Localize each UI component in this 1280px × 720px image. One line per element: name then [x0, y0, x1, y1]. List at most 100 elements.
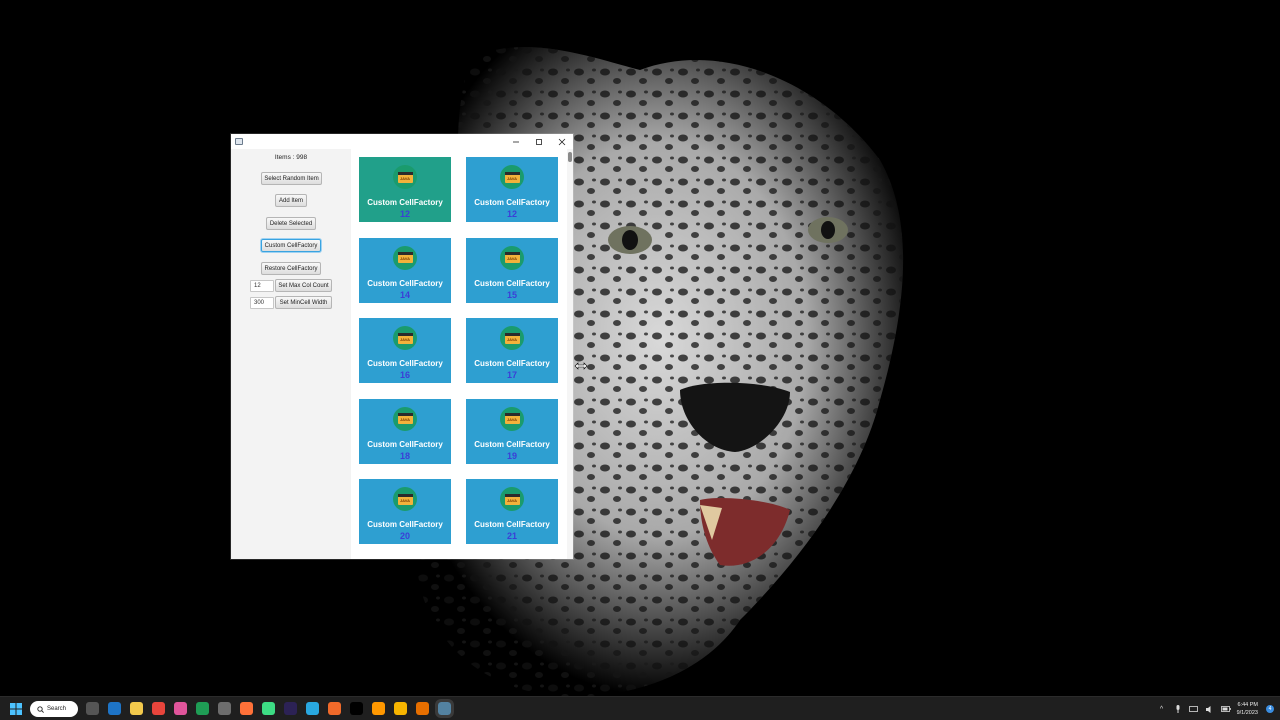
java-icon: JAVA — [500, 245, 524, 270]
card-number: 16 — [399, 370, 410, 380]
android-icon[interactable] — [262, 702, 275, 715]
grid-cell-card[interactable]: JAVA Custom CellFactory 21 — [466, 479, 558, 544]
chrome-icon[interactable] — [152, 702, 165, 715]
card-title: Custom CellFactory — [474, 278, 550, 288]
card-title: Custom CellFactory — [474, 520, 550, 529]
card-title: Custom CellFactory — [474, 439, 550, 449]
file-explorer-icon[interactable] — [130, 702, 143, 715]
java-icon: JAVA — [500, 487, 524, 511]
grid-cell-card[interactable]: JAVA Custom CellFactory 20 — [359, 479, 451, 544]
notification-badge[interactable]: 4 — [1266, 705, 1274, 713]
grid-cell-card[interactable]: JAVA Custom CellFactory 15 — [466, 237, 558, 303]
java-icon: JAVA — [500, 326, 524, 350]
clock-time: 6:44 PM — [1237, 702, 1258, 708]
sketch-icon[interactable] — [394, 702, 407, 715]
java-icon-label: JAVA — [399, 336, 411, 342]
java-icon-label: JAVA — [399, 256, 411, 261]
java-icon-label: JAVA — [506, 336, 518, 342]
firefox-icon[interactable] — [240, 702, 253, 715]
card-number: 14 — [399, 289, 410, 300]
resize-cursor-icon — [574, 362, 588, 370]
maximize-button[interactable] — [527, 134, 550, 149]
app-icon-2[interactable] — [328, 702, 341, 715]
window-content: Items : 998 Select Random Item Add Item … — [231, 149, 573, 559]
scrollbar-thumb[interactable] — [568, 152, 572, 162]
taskbar: Search ^ 6:44 PM 9/1/2023 4 — [0, 696, 1280, 720]
set-max-col-count-button[interactable]: Set Max Col Count — [275, 279, 332, 292]
windows-start-icon[interactable] — [10, 703, 22, 715]
chevron-up-icon[interactable]: ^ — [1157, 704, 1167, 714]
java-icon: JAVA — [500, 165, 524, 189]
java-icon-label: JAVA — [399, 417, 411, 422]
card-title: Custom CellFactory — [474, 359, 550, 368]
sublime-icon[interactable] — [372, 702, 385, 715]
close-button[interactable] — [550, 134, 573, 149]
card-number: 20 — [399, 531, 410, 541]
java-icon-label: JAVA — [506, 175, 518, 181]
outlook-icon[interactable] — [108, 702, 121, 715]
min-cell-width-input[interactable]: 300 — [250, 297, 274, 309]
grid-cell-card[interactable]: JAVA Custom CellFactory 17 — [466, 318, 558, 383]
search-label: Search — [47, 706, 67, 712]
grid-cell-card[interactable]: JAVA Custom CellFactory 18 — [359, 398, 451, 464]
custom-cellfactory-button[interactable]: Custom CellFactory — [261, 239, 321, 252]
restore-cellfactory-button[interactable]: Restore CellFactory — [261, 262, 321, 275]
title-bar — [231, 134, 573, 149]
card-number: 21 — [506, 531, 517, 541]
java-icon: JAVA — [393, 406, 417, 431]
cloud-app-icon[interactable] — [306, 702, 319, 715]
battery-icon[interactable] — [1220, 704, 1231, 714]
java-icon: JAVA — [393, 487, 417, 511]
card-title: Custom CellFactory — [367, 520, 443, 529]
taskbar-search-box[interactable]: Search — [30, 701, 78, 717]
app-window: Items : 998 Select Random Item Add Item … — [231, 134, 573, 559]
java-icon: JAVA — [393, 245, 417, 270]
java-app-icon — [235, 138, 243, 145]
clock-date: 9/1/2023 — [1236, 710, 1258, 716]
java-icon: JAVA — [393, 326, 417, 350]
eclipse-icon[interactable] — [284, 702, 297, 715]
card-title: Custom CellFactory — [367, 359, 443, 368]
jetbrains-icon[interactable] — [350, 702, 363, 715]
network-icon[interactable] — [1189, 704, 1199, 714]
grid-cell-card[interactable]: JAVA Custom CellFactory 14 — [359, 237, 451, 303]
excel-icon[interactable] — [196, 702, 209, 715]
card-title: Custom CellFactory — [367, 439, 443, 449]
card-number: 12 — [399, 209, 410, 219]
add-item-button[interactable]: Add Item — [275, 194, 307, 207]
java-app-icon[interactable] — [435, 699, 454, 718]
cell-grid-view[interactable]: JAVA Custom CellFactory 21 JAVA Custom CellF… — [351, 149, 573, 559]
grid-cell-card[interactable]: JAVA Custom CellFactory 12 — [466, 157, 558, 222]
set-min-cell-width-button[interactable]: Set MinCell Width — [275, 296, 332, 309]
microphone-icon[interactable] — [1173, 704, 1183, 714]
grid-cell-card[interactable]: JAVA Custom CellFactory 16 — [359, 318, 451, 383]
system-tray: ^ 6:44 PM 9/1/2023 4 — [1157, 697, 1280, 720]
task-view-icon[interactable] — [86, 702, 99, 715]
java-icon-label: JAVA — [399, 497, 411, 503]
grid-cell-card[interactable]: JAVA Custom CellFactory 12 — [359, 157, 451, 222]
maximize-icon — [535, 138, 542, 145]
close-icon — [558, 138, 565, 145]
card-number: 19 — [506, 450, 517, 461]
grid-cell-card[interactable]: JAVA Custom CellFactory 19 — [466, 398, 558, 464]
java-icon: JAVA — [393, 165, 417, 189]
intellij-icon[interactable] — [174, 702, 187, 715]
app-icon[interactable] — [218, 702, 231, 715]
items-count-label: Items : 998 — [274, 154, 308, 161]
card-number: 15 — [506, 289, 517, 300]
java-icon-label: JAVA — [506, 497, 518, 503]
desktop-wallpaper — [0, 0, 1280, 696]
minimize-icon — [512, 141, 519, 142]
select-random-item-button[interactable]: Select Random Item — [261, 172, 322, 185]
card-title: Custom CellFactory — [367, 278, 443, 288]
volume-icon[interactable] — [1205, 704, 1215, 714]
java-icon: JAVA — [500, 406, 524, 431]
max-col-count-input[interactable]: 12 — [250, 280, 274, 292]
control-panel: Items : 998 Select Random Item Add Item … — [231, 149, 351, 559]
card-title: Custom CellFactory — [474, 198, 550, 207]
minimize-button[interactable] — [504, 134, 527, 149]
delete-selected-button[interactable]: Delete Selected — [266, 217, 316, 230]
java-icon[interactable] — [416, 702, 429, 715]
taskbar-clock[interactable]: 6:44 PM 9/1/2023 — [1237, 701, 1258, 717]
vertical-scrollbar[interactable] — [567, 149, 573, 559]
